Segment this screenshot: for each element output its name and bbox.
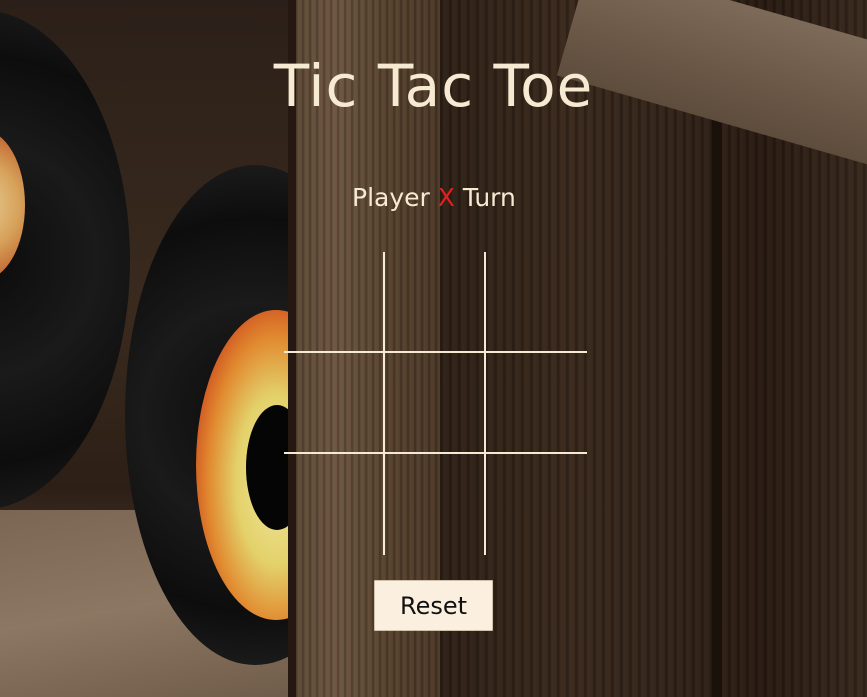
- board-cell-9[interactable]: [486, 454, 587, 555]
- turn-suffix: Turn: [462, 183, 516, 212]
- board-cell-4[interactable]: [284, 353, 385, 454]
- reset-button[interactable]: Reset: [374, 580, 493, 631]
- board-cell-8[interactable]: [385, 454, 486, 555]
- board-cell-1[interactable]: [284, 252, 385, 353]
- turn-indicator: Player X Turn: [352, 183, 516, 212]
- board-cell-7[interactable]: [284, 454, 385, 555]
- current-player-mark: X: [437, 183, 455, 212]
- board-cell-6[interactable]: [486, 353, 587, 454]
- turn-prefix: Player: [352, 183, 430, 212]
- board-cell-2[interactable]: [385, 252, 486, 353]
- board-cell-5[interactable]: [385, 353, 486, 454]
- game-board: [284, 252, 588, 556]
- background-wood-gap: [712, 90, 722, 697]
- board-cell-3[interactable]: [486, 252, 587, 353]
- page-title: Tic Tac Toe: [273, 52, 594, 120]
